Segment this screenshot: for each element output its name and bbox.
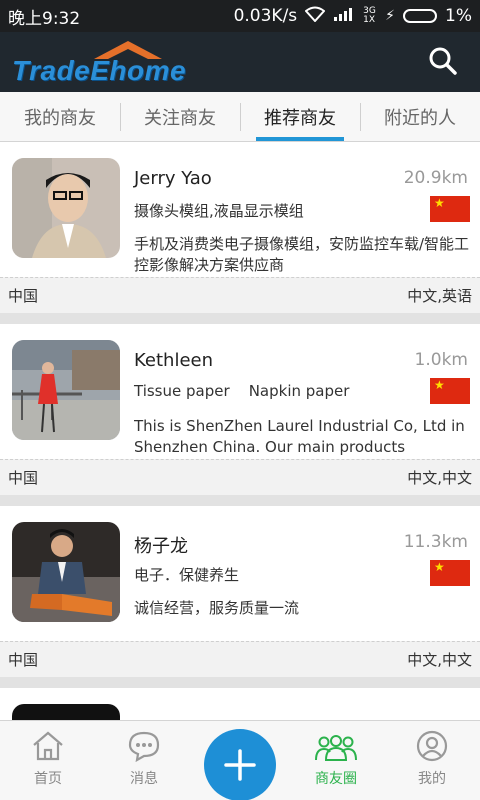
contact-footer: 中国 中文,中文 — [0, 641, 480, 677]
home-icon — [33, 731, 63, 761]
app-header: TradeEhome — [0, 32, 480, 92]
contact-card[interactable]: Kethleen 1.0km Tissue paper Napkin paper… — [0, 324, 480, 495]
app-logo: TradeEhome — [12, 37, 212, 87]
contact-footer: 中国 中文,中文 — [0, 459, 480, 495]
contact-tags: 摄像头模组,液晶显示模组 — [134, 202, 304, 220]
avatar[interactable] — [12, 340, 120, 440]
contact-name: Jerry Yao — [134, 168, 212, 189]
contact-name: Kethleen — [134, 350, 214, 371]
contact-country: 中国 — [8, 651, 39, 669]
profile-icon — [416, 730, 448, 762]
contact-country: 中国 — [8, 469, 39, 487]
contact-description: 手机及消费类电子摄像模组，安防监控车载/智能工控影像解决方案供应商 — [134, 235, 470, 274]
contact-list[interactable]: Jerry Yao 20.9km 摄像头模组,液晶显示模组 ★ 手机及消费类电子… — [0, 142, 480, 720]
network-speed: 0.03K/s — [233, 6, 298, 26]
china-flag-icon: ★ — [430, 196, 470, 222]
tab-my-friends[interactable]: 我的商友 — [0, 92, 120, 141]
contact-distance: 20.9km — [403, 168, 468, 188]
contact-card[interactable]: Jerry Yao 20.9km 摄像头模组,液晶显示模组 ★ 手机及消费类电子… — [0, 142, 480, 313]
search-button[interactable] — [428, 46, 458, 76]
tab-following[interactable]: 关注商友 — [120, 92, 240, 141]
avatar[interactable] — [12, 158, 120, 258]
contact-card[interactable]: 杨子龙 11.3km 电子．保健养生 ★ 诚信经营，服务质量一流 中国 中文,中… — [0, 506, 480, 677]
battery-level: 1% — [445, 6, 472, 26]
contact-country: 中国 — [8, 287, 39, 305]
wifi-icon — [304, 6, 326, 26]
contact-languages: 中文,中文 — [407, 469, 472, 487]
nav-messages[interactable]: 消息 — [96, 721, 192, 800]
nav-home[interactable]: 首页 — [0, 721, 96, 800]
signal-icon — [333, 6, 355, 26]
contact-description: This is ShenZhen Laurel Industrial Co, L… — [134, 417, 465, 456]
bottom-nav: 首页 消息 商友圈 我的 — [0, 720, 480, 800]
contact-description: 诚信经营，服务质量一流 — [134, 599, 300, 617]
add-button[interactable] — [204, 729, 276, 800]
nav-messages-label: 消息 — [130, 771, 158, 787]
contact-footer: 中国 中文,英语 — [0, 277, 480, 313]
tab-nearby[interactable]: 附近的人 — [360, 92, 480, 141]
tab-bar: 我的商友 关注商友 推荐商友 附近的人 — [0, 92, 480, 142]
contact-card[interactable] — [0, 688, 480, 720]
message-icon — [128, 731, 160, 762]
nav-profile[interactable]: 我的 — [384, 721, 480, 800]
battery-icon — [403, 9, 438, 23]
status-time: 晚上9:32 — [8, 8, 81, 29]
contact-distance: 11.3km — [403, 532, 468, 552]
contact-distance: 1.0km — [414, 350, 468, 370]
search-icon — [429, 47, 457, 75]
china-flag-icon: ★ — [430, 378, 470, 404]
network-type: 3G 1X — [363, 6, 376, 25]
china-flag-icon: ★ — [430, 560, 470, 586]
nav-business-circle[interactable]: 商友圈 — [288, 721, 384, 800]
nav-home-label: 首页 — [34, 771, 62, 787]
contact-languages: 中文,英语 — [407, 287, 472, 305]
logo-text: TradeEhome — [12, 55, 187, 86]
nav-profile-label: 我的 — [418, 771, 446, 787]
charging-icon: ⚡ — [385, 8, 396, 24]
plus-icon — [224, 749, 256, 781]
tab-recommended[interactable]: 推荐商友 — [240, 92, 360, 141]
avatar[interactable] — [12, 522, 120, 622]
nav-business-circle-label: 商友圈 — [315, 771, 357, 787]
people-icon — [315, 735, 357, 761]
status-bar: 晚上9:32 0.03K/s 3G 1X ⚡ 1% — [0, 0, 480, 32]
contact-tags: Tissue paper Napkin paper — [134, 382, 350, 400]
contact-name: 杨子龙 — [134, 536, 188, 557]
avatar[interactable] — [12, 704, 120, 720]
contact-tags: 电子．保健养生 — [134, 566, 240, 584]
contact-languages: 中文,中文 — [407, 651, 472, 669]
